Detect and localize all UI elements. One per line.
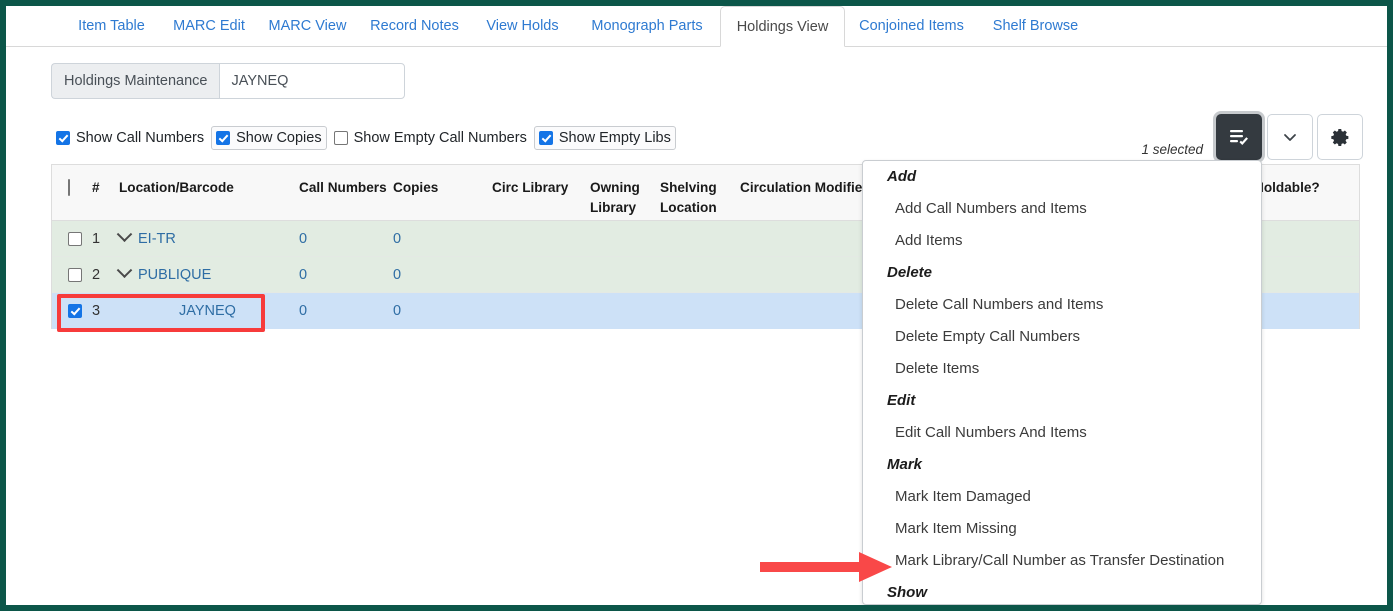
column-header-call[interactable]: Call Numbers bbox=[299, 165, 393, 220]
column-header-circ[interactable]: Circ Library bbox=[492, 165, 590, 220]
filter-show-empty-call-numbers[interactable]: Show Empty Call Numbers bbox=[329, 126, 532, 150]
filter-show-empty-libs[interactable]: Show Empty Libs bbox=[533, 126, 676, 150]
checkbox-icon[interactable] bbox=[538, 131, 553, 145]
chevron-down-icon[interactable] bbox=[116, 262, 133, 279]
menu-group-edit: Edit bbox=[887, 392, 916, 409]
row-owning-library bbox=[590, 293, 660, 329]
column-header-own[interactable]: Owning Library bbox=[590, 165, 660, 220]
row-owning-library bbox=[590, 257, 660, 293]
holdings-search-input[interactable] bbox=[219, 63, 406, 99]
menu-item-add-items[interactable]: Add Items bbox=[863, 225, 1261, 257]
filter-label: Show Copies bbox=[236, 130, 322, 146]
row-index: 2 bbox=[92, 266, 101, 283]
select-all-checkbox[interactable] bbox=[68, 179, 70, 196]
row-circ-library bbox=[492, 257, 590, 293]
list-check-icon bbox=[1228, 126, 1250, 148]
record-tab-bar: Item Table MARC Edit MARC View Record Notes… bbox=[6, 6, 1387, 47]
row-checkbox[interactable] bbox=[68, 231, 82, 246]
select-all-cell[interactable] bbox=[52, 165, 92, 220]
row-location-label: EI-TR bbox=[138, 230, 176, 247]
chevron-down-icon bbox=[1281, 128, 1299, 146]
chevron-down-icon[interactable] bbox=[116, 226, 133, 243]
row-circ-library bbox=[492, 221, 590, 257]
row-location[interactable]: PUBLIQUE bbox=[116, 257, 299, 293]
tab-holdings-view[interactable]: Holdings View bbox=[720, 6, 845, 47]
tab-shelf-browse[interactable]: Shelf Browse bbox=[978, 6, 1093, 47]
application-window: Item Table MARC Edit MARC View Record Notes… bbox=[0, 0, 1393, 611]
holdings-maintenance-label: Holdings Maintenance bbox=[51, 63, 220, 99]
filter-label: Show Empty Libs bbox=[558, 130, 671, 146]
row-copies: 0 bbox=[393, 230, 402, 247]
tab-conjoined-items[interactable]: Conjoined Items bbox=[845, 6, 978, 47]
row-shelving-location bbox=[660, 257, 740, 293]
filter-show-call-numbers[interactable]: Show Call Numbers bbox=[51, 126, 209, 150]
row-checkbox[interactable] bbox=[68, 267, 82, 282]
tab-marc-edit[interactable]: MARC Edit bbox=[161, 6, 257, 47]
filter-label: Show Empty Call Numbers bbox=[353, 130, 527, 146]
row-shelving-location bbox=[660, 293, 740, 329]
tab-record-notes[interactable]: Record Notes bbox=[358, 6, 471, 47]
tab-item-table[interactable]: Item Table bbox=[62, 6, 161, 47]
menu-group-delete: Delete bbox=[887, 264, 933, 281]
menu-item-delete-empty-call-numbers[interactable]: Delete Empty Call Numbers bbox=[863, 321, 1261, 353]
menu-item-mark-item-missing[interactable]: Mark Item Missing bbox=[863, 513, 1261, 545]
column-header-num[interactable]: # bbox=[92, 165, 119, 220]
row-index: 1 bbox=[92, 230, 101, 247]
tab-view-holds[interactable]: View Holds bbox=[471, 6, 574, 47]
tab-marc-view[interactable]: MARC View bbox=[257, 6, 358, 47]
row-call-numbers: 0 bbox=[299, 266, 308, 283]
menu-group-add: Add bbox=[887, 168, 917, 185]
actions-dropdown-menu[interactable]: Add Add Call Numbers and Items Add Items De… bbox=[862, 160, 1262, 605]
row-select-cell[interactable] bbox=[52, 257, 92, 293]
menu-item-add-call-numbers-and-items[interactable]: Add Call Numbers and Items bbox=[863, 193, 1261, 225]
gear-icon bbox=[1330, 127, 1351, 148]
holdings-maintenance-search: Holdings Maintenance bbox=[51, 63, 406, 99]
row-location-label: JAYNEQ bbox=[179, 302, 236, 319]
menu-item-mark-item-damaged[interactable]: Mark Item Damaged bbox=[863, 481, 1261, 513]
row-index: 3 bbox=[92, 302, 101, 319]
selected-count-label: 1 selected bbox=[1141, 142, 1203, 157]
row-select-cell[interactable] bbox=[52, 221, 92, 257]
menu-item-mark-library-call-number-as-transfer-destination[interactable]: Mark Library/Call Number as Transfer Des… bbox=[863, 545, 1261, 577]
row-call-numbers: 0 bbox=[299, 230, 308, 247]
menu-item-delete-items[interactable]: Delete Items bbox=[863, 353, 1261, 385]
display-filter-group: Show Call Numbers Show Copies Show Empty C… bbox=[51, 126, 678, 150]
column-header-loc[interactable]: Location/Barcode bbox=[119, 165, 299, 220]
row-circ-library bbox=[492, 293, 590, 329]
window-canvas: Item Table MARC Edit MARC View Record Notes… bbox=[6, 6, 1387, 605]
column-header-shelf[interactable]: Shelving Location bbox=[660, 165, 740, 220]
row-select-cell[interactable] bbox=[52, 293, 92, 329]
row-shelving-location bbox=[660, 221, 740, 257]
actions-caret-button[interactable] bbox=[1267, 114, 1313, 160]
menu-item-edit-call-numbers-and-items[interactable]: Edit Call Numbers And Items bbox=[863, 417, 1261, 449]
menu-group-show: Show bbox=[887, 584, 927, 601]
row-call-numbers: 0 bbox=[299, 302, 308, 319]
row-location[interactable]: EI-TR bbox=[116, 221, 299, 257]
tab-monograph-parts[interactable]: Monograph Parts bbox=[574, 6, 720, 47]
menu-group-mark: Mark bbox=[887, 456, 923, 473]
filter-label: Show Call Numbers bbox=[76, 130, 205, 146]
menu-item-delete-call-numbers-and-items[interactable]: Delete Call Numbers and Items bbox=[863, 289, 1261, 321]
row-location[interactable]: JAYNEQ bbox=[119, 293, 299, 329]
row-copies: 0 bbox=[393, 302, 402, 319]
actions-button[interactable] bbox=[1216, 114, 1262, 160]
row-owning-library bbox=[590, 221, 660, 257]
row-copies: 0 bbox=[393, 266, 402, 283]
column-header-cop[interactable]: Copies bbox=[393, 165, 492, 220]
checkbox-icon[interactable] bbox=[216, 131, 231, 145]
row-location-label: PUBLIQUE bbox=[138, 266, 212, 283]
filter-show-copies[interactable]: Show Copies bbox=[211, 126, 327, 150]
checkbox-icon[interactable] bbox=[333, 131, 348, 145]
checkbox-icon[interactable] bbox=[56, 131, 70, 145]
column-settings-button[interactable] bbox=[1317, 114, 1363, 160]
row-checkbox[interactable] bbox=[68, 303, 82, 318]
